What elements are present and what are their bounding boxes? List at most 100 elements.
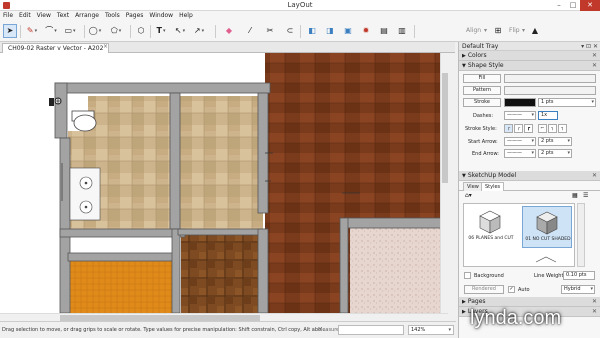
tray-controls-icon[interactable]: ▾ ⊡ ✕ [581, 42, 598, 51]
close-icon[interactable]: ✕ [592, 297, 597, 307]
hexagon-icon: ⬡ [137, 26, 145, 35]
status-message: Drag selection to move, or drag grips to… [2, 327, 326, 333]
menu-pages[interactable]: Pages [126, 11, 144, 21]
square-cap-icon[interactable]: ┏ [524, 124, 533, 133]
round-join-icon[interactable]: ╮ [548, 124, 557, 133]
arrow-icon: ➤ [6, 26, 14, 35]
pencil-icon: ✎ [26, 26, 34, 35]
minimize-button[interactable]: – [552, 0, 566, 11]
join-tool[interactable]: ⊂ [283, 24, 297, 38]
present-tool[interactable]: ▥ [395, 24, 409, 38]
start-arrow-select[interactable]: ——— ▾ [504, 137, 536, 146]
menu-window[interactable]: Window [149, 11, 173, 21]
stroke-color-swatch[interactable] [504, 98, 536, 107]
bevel-join-icon[interactable]: ┐ [558, 124, 567, 133]
end-arrow-size[interactable]: 2 pts ▾ [538, 149, 572, 158]
align-label[interactable]: Align [466, 27, 481, 34]
line-tool[interactable]: ✎ ▾ [25, 24, 39, 38]
miter-join-icon[interactable]: ⌐ [538, 124, 547, 133]
dashes-select[interactable]: ——— ▾ [504, 111, 536, 120]
arc-tool[interactable]: ⌒ ▾ [44, 24, 58, 38]
pattern-button[interactable]: Pattern [463, 86, 501, 95]
page-forward-tool[interactable]: ◨ [323, 24, 337, 38]
close-icon[interactable]: ✕ [592, 61, 597, 71]
style-tool[interactable]: ⁄ [243, 24, 257, 38]
stroke-button[interactable]: Stroke [463, 98, 501, 107]
stroke-width-select[interactable]: 1 pts ▾ [538, 98, 596, 107]
fill-button[interactable]: Fill [463, 74, 501, 83]
close-icon[interactable]: ✕ [592, 51, 597, 61]
eraser-tool[interactable]: ◆ [222, 24, 236, 38]
background-checkbox[interactable] [464, 272, 471, 279]
menu-view[interactable]: View [37, 11, 51, 21]
scrapbook-tool[interactable]: ✹ [359, 24, 373, 38]
flip-label[interactable]: Flip [509, 27, 520, 34]
polygon-tool[interactable]: ⬠ ▾ [109, 24, 123, 38]
align-icon[interactable]: ⊞ [491, 24, 505, 38]
colors-panel-header[interactable]: ▶ Colors ✕ [459, 51, 600, 61]
page-back-icon: ◧ [308, 26, 316, 35]
add-page-tool[interactable]: ▤ [377, 24, 391, 38]
grid-view-icon[interactable]: ▦ [572, 193, 578, 199]
menu-arrange[interactable]: Arrange [75, 11, 99, 21]
shape-style-panel-header[interactable]: ▼ Shape Style ✕ [459, 61, 600, 71]
default-tray: Default Tray ▾ ⊡ ✕ ▶ Colors ✕ ▼ Shape Style… [458, 42, 600, 338]
tab-view[interactable]: View [463, 182, 483, 191]
styles-grid[interactable]: 06 PLANES and CUT 01 NO CUT SHADED [463, 203, 575, 267]
pattern-swatch[interactable] [504, 86, 596, 95]
sketchup-model-panel-header[interactable]: ▼ SketchUp Model ✕ [459, 171, 600, 181]
line-weight-input[interactable]: 0.10 pts [563, 271, 595, 280]
page-back-tool[interactable]: ◧ [305, 24, 319, 38]
split-tool[interactable]: ✂ [263, 24, 277, 38]
horizontal-scrollbar[interactable] [0, 313, 448, 321]
home-icon[interactable]: ⌂▾ [465, 193, 472, 199]
measurements-input[interactable] [338, 325, 404, 335]
bring-front-tool[interactable]: ▣ [341, 24, 355, 38]
label-tool[interactable]: ↖ ▾ [173, 24, 187, 38]
pages-panel-header[interactable]: ▶ Pages ✕ [459, 297, 600, 307]
eyedropper-icon: ⁄ [249, 26, 251, 35]
rectangle-tool[interactable]: ▭ ▾ [63, 24, 77, 38]
close-tab-icon[interactable]: × [103, 43, 108, 50]
butt-cap-icon[interactable]: ┌ [504, 124, 513, 133]
menu-help[interactable]: Help [179, 11, 193, 21]
flip-icon[interactable]: ▲ [528, 24, 542, 38]
round-cap-icon[interactable]: ╭ [514, 124, 523, 133]
list-view-icon[interactable]: ☰ [583, 193, 588, 199]
select-tool[interactable]: ➤ [3, 24, 17, 38]
zoom-select[interactable]: 142% ▾ [408, 325, 454, 335]
text-tool[interactable]: T ▾ [154, 24, 168, 38]
title-bar: LayOut – □ ✕ [0, 0, 600, 11]
document-tab[interactable]: CH09-02 Raster v Vector - A202 [2, 43, 110, 53]
menu-text[interactable]: Text [57, 11, 69, 21]
render-mode-select[interactable]: Hybrid ▾ [561, 285, 595, 294]
polygon-shape-tool[interactable]: ⬡ [134, 24, 148, 38]
drawing-canvas[interactable] [0, 53, 448, 321]
circle-tool[interactable]: ◯ ▾ [88, 24, 102, 38]
menu-tools[interactable]: Tools [105, 11, 120, 21]
dash-size-select[interactable]: 1x [538, 111, 558, 120]
presentation-icon: ▥ [398, 26, 406, 35]
style-item[interactable] [522, 252, 572, 266]
style-item[interactable]: 06 PLANES and CUT [466, 206, 516, 248]
close-button[interactable]: ✕ [580, 0, 600, 11]
auto-checkbox[interactable]: ✓ [508, 286, 515, 293]
style-thumbnail-icon [536, 211, 558, 235]
fill-swatch[interactable] [504, 74, 596, 83]
styles-scrollbar[interactable] [577, 203, 585, 267]
end-arrow-select[interactable]: ——— ▾ [504, 149, 536, 158]
menu-edit[interactable]: Edit [19, 11, 31, 21]
rendered-button[interactable]: Rendered [464, 285, 504, 294]
triangle-down-icon: ▼ [462, 63, 466, 69]
start-arrow-size[interactable]: 2 pts ▾ [538, 137, 572, 146]
close-icon[interactable]: ✕ [592, 171, 597, 181]
end-arrow-label: End Arrow: [472, 151, 499, 157]
vertical-scrollbar[interactable] [440, 53, 448, 313]
menu-file[interactable]: File [3, 11, 13, 21]
tab-styles[interactable]: Styles [481, 182, 505, 191]
chevron-down-icon: ▾ [448, 327, 451, 333]
dimension-tool[interactable]: ↗ ▾ [192, 24, 206, 38]
dashes-label: Dashes: [473, 113, 494, 119]
style-item-selected[interactable]: 01 NO CUT SHADED [522, 206, 572, 248]
maximize-button[interactable]: □ [566, 0, 580, 11]
